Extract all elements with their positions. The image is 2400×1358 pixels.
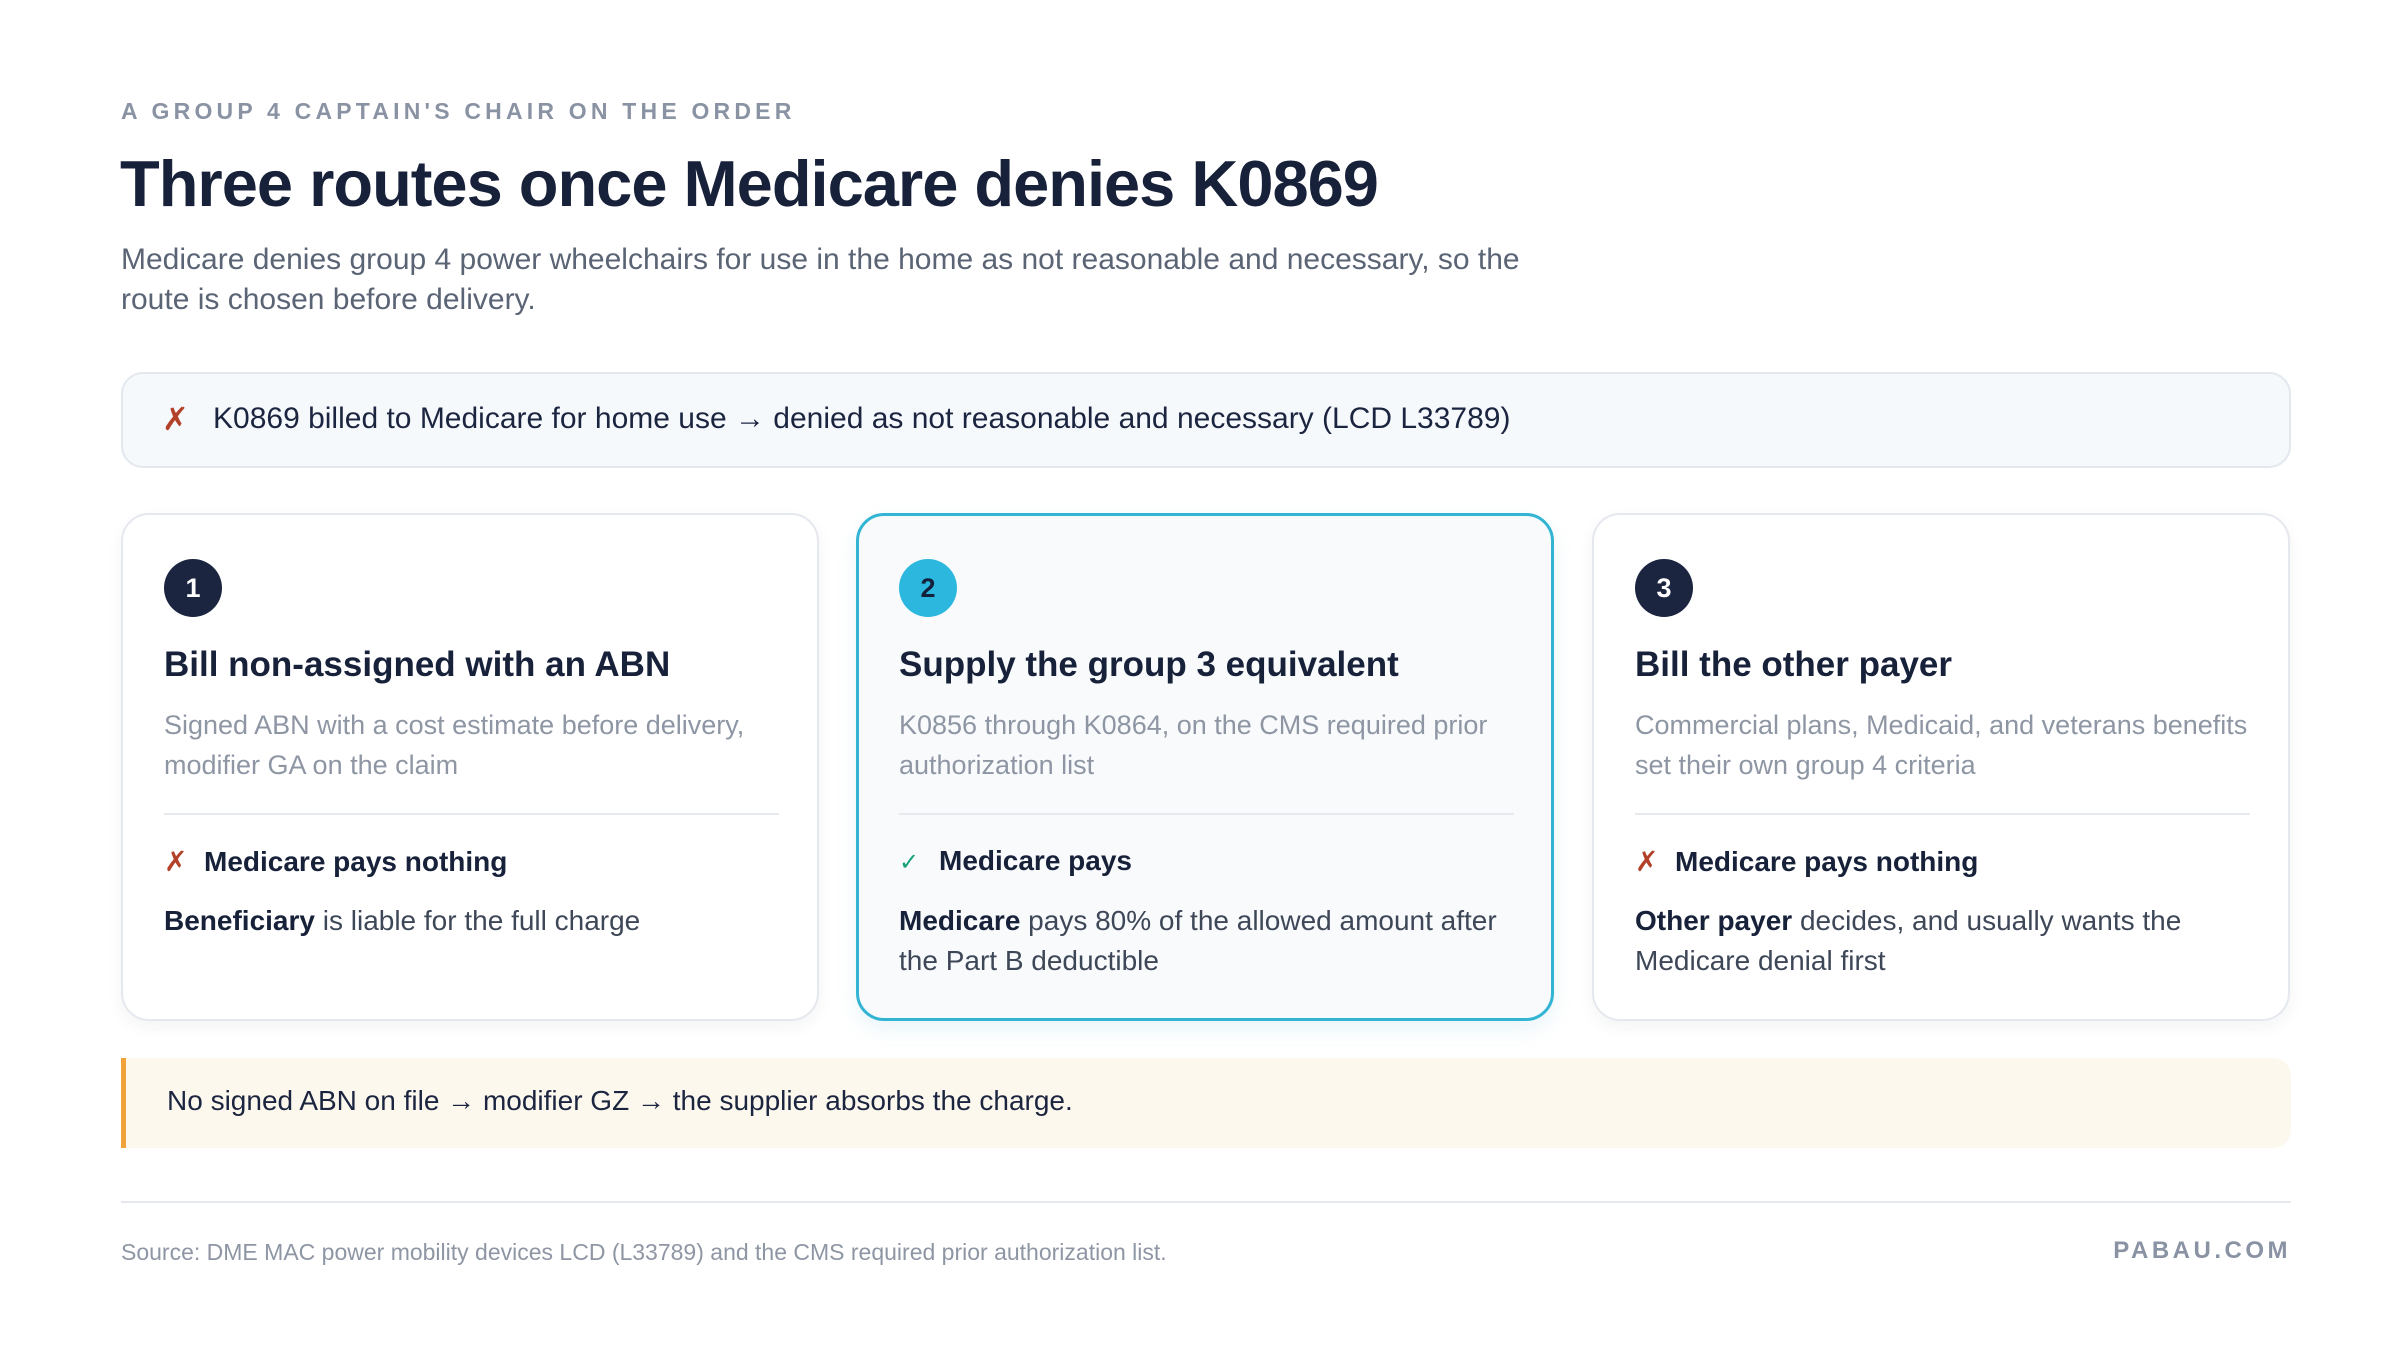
cross-mark-icon: ✗ bbox=[164, 846, 188, 877]
note-text: No signed ABN on file → modifier GZ → th… bbox=[167, 1085, 1073, 1116]
route-description: Signed ABN with a cost estimate before d… bbox=[164, 710, 745, 780]
outcome-party: Beneficiary bbox=[164, 905, 315, 936]
denial-text: K0869 billed to Medicare for home use → … bbox=[213, 402, 1511, 435]
route-card-2: 2 Supply the group 3 equivalent K0856 th… bbox=[856, 513, 1554, 1021]
route-outcome: Medicare pays 80% of the allowed amount … bbox=[899, 901, 1529, 981]
route-card-1: 1 Bill non-assigned with an ABN Signed A… bbox=[121, 513, 819, 1021]
page-subtitle: Medicare denies group 4 power wheelchair… bbox=[121, 243, 1520, 316]
route-description: Commercial plans, Medicaid, and veterans… bbox=[1635, 710, 2248, 780]
footer-divider bbox=[121, 1201, 2291, 1203]
route-description: K0856 through K0864, on the CMS required… bbox=[899, 710, 1488, 780]
route-verdict: ✗ Medicare pays nothing bbox=[1635, 845, 1978, 878]
route-verdict: ✓ Medicare pays bbox=[899, 845, 1132, 877]
brand-wordmark: PABAU.COM bbox=[2113, 1237, 2291, 1264]
outcome-party: Other payer bbox=[1635, 905, 1793, 936]
infographic-page: A GROUP 4 CAPTAIN'S CHAIR ON THE ORDER T… bbox=[0, 0, 2400, 1358]
card-divider bbox=[164, 813, 779, 815]
cross-mark-icon: ✗ bbox=[1635, 846, 1659, 877]
outcome-party: Medicare bbox=[899, 905, 1021, 936]
verdict-label: Medicare pays nothing bbox=[204, 846, 508, 877]
step-number-badge: 3 bbox=[1635, 559, 1693, 617]
eyebrow-label: A GROUP 4 CAPTAIN'S CHAIR ON THE ORDER bbox=[121, 98, 796, 124]
verdict-label: Medicare pays nothing bbox=[1675, 846, 1979, 877]
denial-banner: ✗ K0869 billed to Medicare for home use … bbox=[121, 372, 2291, 468]
verdict-label: Medicare pays bbox=[939, 845, 1132, 876]
route-title: Bill non-assigned with an ABN bbox=[164, 645, 671, 684]
route-verdict: ✗ Medicare pays nothing bbox=[164, 845, 507, 878]
route-card-3: 3 Bill the other payer Commercial plans,… bbox=[1592, 513, 2290, 1021]
route-title: Bill the other payer bbox=[1635, 645, 1953, 684]
cross-mark-icon: ✗ bbox=[162, 401, 189, 437]
gz-modifier-note: No signed ABN on file → modifier GZ → th… bbox=[121, 1058, 2291, 1148]
step-number-badge: 2 bbox=[899, 559, 957, 617]
route-outcome: Beneficiary is liable for the full charg… bbox=[164, 901, 794, 941]
check-mark-icon: ✓ bbox=[899, 849, 920, 876]
card-divider bbox=[899, 813, 1514, 815]
route-outcome: Other payer decides, and usually wants t… bbox=[1635, 901, 2265, 981]
page-title: Three routes once Medicare denies K0869 bbox=[120, 147, 1379, 220]
card-divider bbox=[1635, 813, 2250, 815]
source-citation: Source: DME MAC power mobility devices L… bbox=[121, 1239, 1167, 1265]
outcome-text: is liable for the full charge bbox=[314, 905, 641, 936]
step-number-badge: 1 bbox=[164, 559, 222, 617]
route-title: Supply the group 3 equivalent bbox=[899, 645, 1399, 684]
